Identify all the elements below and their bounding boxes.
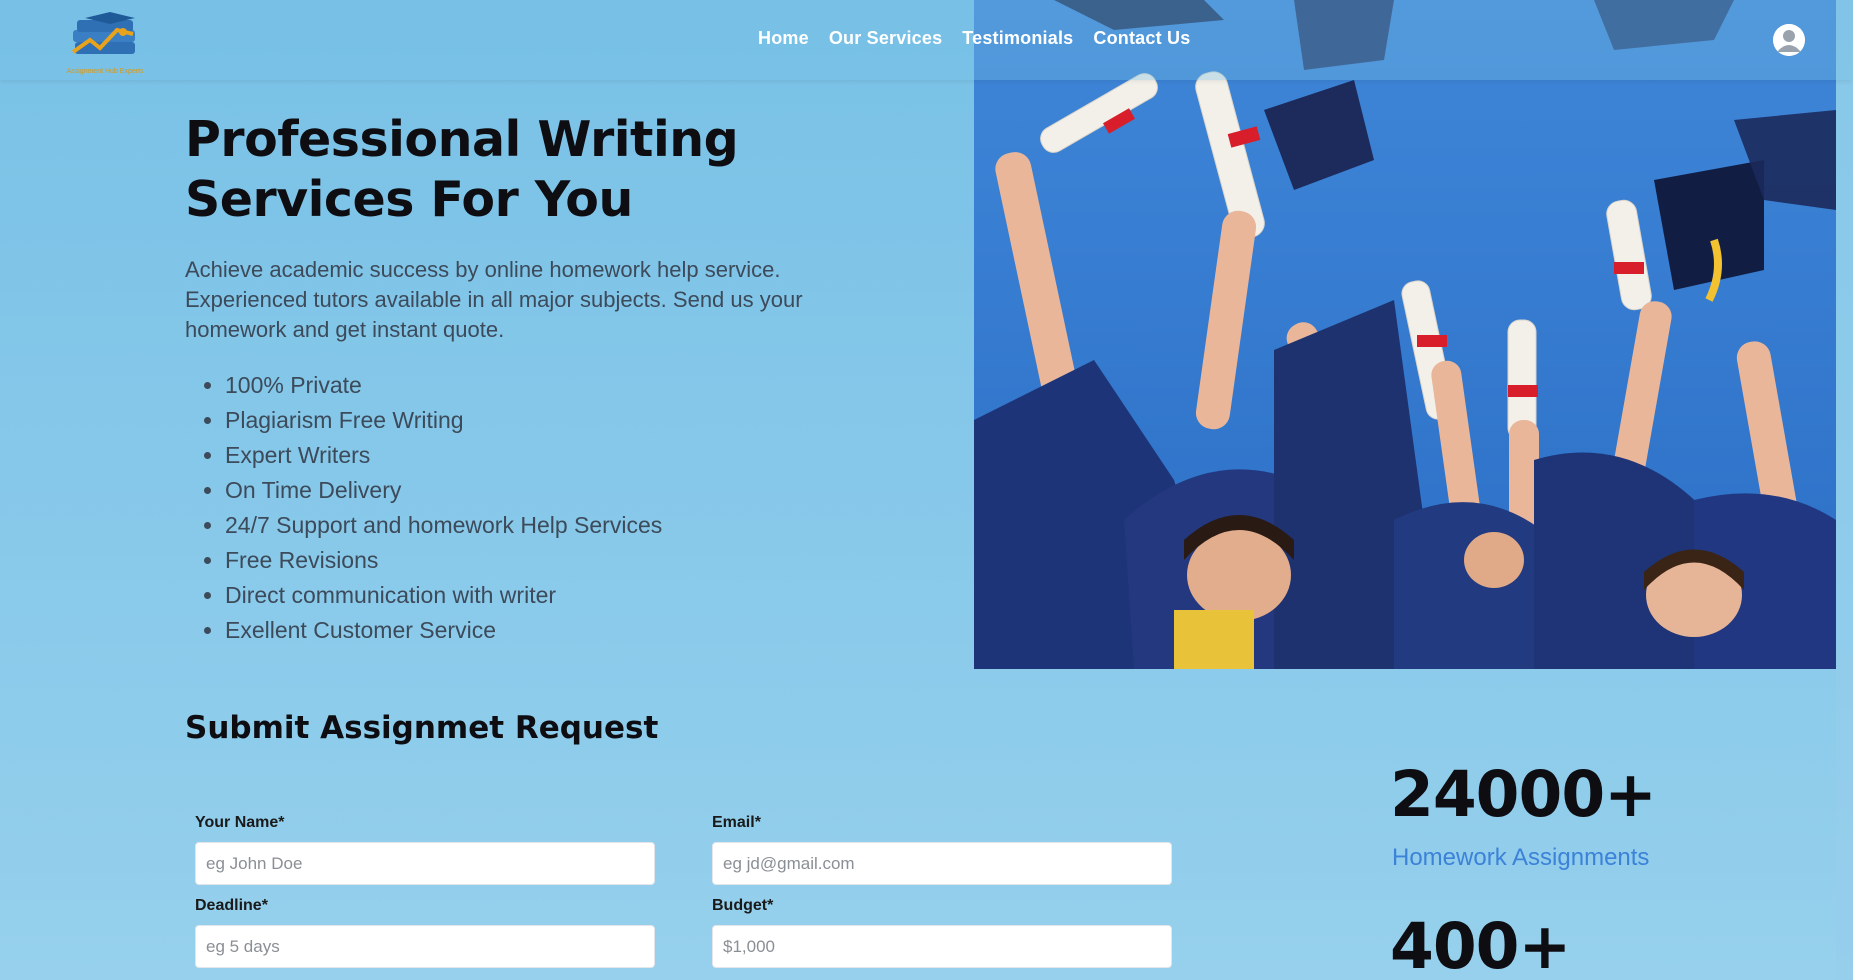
stat-number: 24000+ [1390,758,1657,831]
feature-item: 100% Private [225,368,865,403]
nav-home[interactable]: Home [758,28,809,49]
nav-contact-us[interactable]: Contact Us [1093,28,1190,49]
budget-label: Budget* [712,897,774,914]
deadline-label: Deadline* [195,897,268,914]
stat-label: Homework Assignments [1392,844,1650,871]
site-header: Assignment Hub Experts Home Our Services… [0,0,1853,80]
feature-item: Exellent Customer Service [225,613,865,648]
feature-item: Expert Writers [225,438,865,473]
feature-item: 24/7 Support and homework Help Services [225,508,865,543]
email-input[interactable] [712,842,1172,885]
feature-item: On Time Delivery [225,473,865,508]
feature-item: Direct communication with writer [225,578,865,613]
logo-text: Assignment Hub Experts [66,68,144,75]
main-nav: Home Our Services Testimonials Contact U… [758,28,1190,49]
hero-title: Professional Writing Services For You [185,111,739,228]
nav-our-services[interactable]: Our Services [829,28,942,49]
name-label: Your Name* [195,814,285,831]
name-input[interactable] [195,842,655,885]
feature-list: 100% Private Plagiarism Free Writing Exp… [225,368,865,648]
form-title: Submit Assignmet Request [185,710,659,746]
page-edge [1836,0,1853,980]
hero-description: Achieve academic success by online homew… [185,257,803,342]
email-label: Email* [712,814,761,831]
hero-image-graduates [974,0,1836,669]
user-avatar-icon[interactable] [1773,24,1805,56]
feature-item: Plagiarism Free Writing [225,403,865,438]
budget-input[interactable] [712,925,1172,968]
deadline-input[interactable] [195,925,655,968]
logo[interactable]: Assignment Hub Experts [55,12,155,78]
stat-number: 400+ [1390,910,1571,980]
nav-testimonials[interactable]: Testimonials [962,28,1073,49]
logo-books-icon [71,12,135,54]
feature-item: Free Revisions [225,543,865,578]
